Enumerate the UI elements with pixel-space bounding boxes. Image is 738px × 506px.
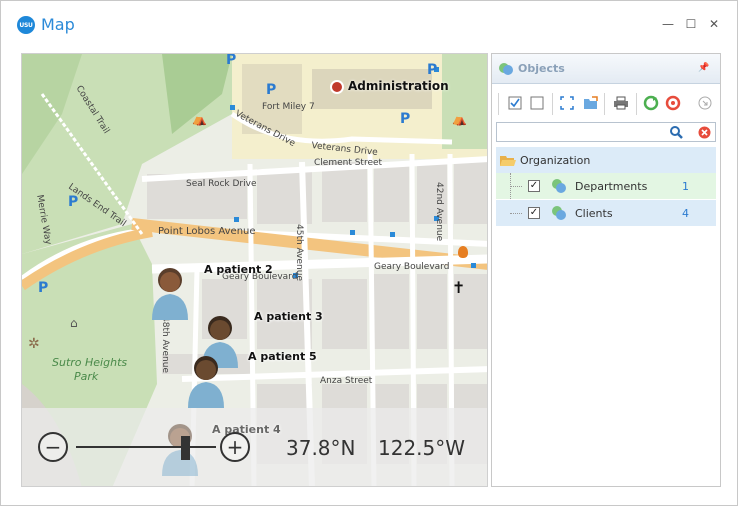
objects-toolbar xyxy=(492,87,720,121)
maximize-button[interactable]: ☐ xyxy=(684,17,698,31)
zoom-overlay: A patient 4 − + 37.8°N 122.5°W xyxy=(22,408,487,486)
objects-panel: Objects 📌 Organization ✓ Departments 1 ✓… xyxy=(491,53,721,487)
zoom-out-button[interactable]: − xyxy=(38,432,68,462)
patient-2-icon[interactable] xyxy=(148,262,192,320)
toolbar-divider xyxy=(498,93,499,115)
latitude-readout: 37.8°N xyxy=(286,436,356,460)
street-label: 48th Avenue xyxy=(160,316,170,373)
objects-icon xyxy=(499,63,513,75)
parking-icon: P xyxy=(226,53,237,68)
departments-checkbox[interactable]: ✓ xyxy=(528,180,540,192)
picnic-icon: ⛺ xyxy=(452,112,467,126)
zoom-slider-thumb[interactable] xyxy=(181,436,191,460)
tree-item-clients[interactable]: ✓ Clients 4 xyxy=(496,200,716,226)
administration-label: Administration xyxy=(348,79,449,93)
street-label: Point Lobos Avenue xyxy=(158,226,256,237)
uncheck-all-icon[interactable] xyxy=(528,94,546,112)
clients-checkbox[interactable]: ✓ xyxy=(528,207,540,219)
street-label: Seal Rock Drive xyxy=(186,179,257,189)
street-label: 42nd Avenue xyxy=(434,182,444,242)
toolbar-divider xyxy=(604,93,605,115)
check-all-icon[interactable] xyxy=(506,94,524,112)
zoom-in-button[interactable]: + xyxy=(220,432,250,462)
parking-icon: P xyxy=(266,82,277,98)
tree-item-count: 4 xyxy=(682,207,689,220)
street-label: 45th Avenue xyxy=(294,224,304,281)
patient-5-icon[interactable] xyxy=(184,350,228,408)
objects-panel-header: Objects 📌 xyxy=(492,54,720,84)
park-label: Park xyxy=(74,370,99,383)
street-label: Geary Boulevard xyxy=(374,262,450,272)
client-icon xyxy=(552,206,566,220)
parking-icon: P xyxy=(427,62,438,78)
refresh-icon[interactable] xyxy=(642,94,660,112)
map-window: USU Map — ☐ ✕ P P P P P P Coastal Trail … xyxy=(0,0,738,506)
patient-2-label: A patient 2 xyxy=(204,263,273,276)
parking-icon: P xyxy=(400,111,411,127)
patient-5-label: A patient 5 xyxy=(248,350,317,363)
objects-search-input[interactable] xyxy=(497,123,657,141)
longitude-readout: 122.5°W xyxy=(378,436,466,460)
street-label: Clement Street xyxy=(314,158,383,168)
app-logo-icon: USU xyxy=(17,16,35,34)
folder-open-icon xyxy=(500,156,516,166)
objects-search-field[interactable] xyxy=(496,122,716,142)
close-button[interactable]: ✕ xyxy=(707,17,721,31)
objects-panel-title: Objects xyxy=(518,62,565,75)
picnic-icon: ⛺ xyxy=(192,112,207,126)
zoom-slider-track[interactable] xyxy=(76,446,216,448)
tree-line xyxy=(510,186,522,187)
minimize-button[interactable]: — xyxy=(661,17,675,31)
department-icon xyxy=(552,179,566,193)
street-label: Anza Street xyxy=(320,376,373,386)
viewpoint-icon: ⌂ xyxy=(70,316,78,330)
street-label: Fort Miley 7 xyxy=(262,102,315,112)
fit-to-map-icon[interactable] xyxy=(558,94,576,112)
tree-item-label: Departments xyxy=(575,180,648,193)
tree-item-departments[interactable]: ✓ Departments 1 xyxy=(496,173,716,225)
patient-3-label: A patient 3 xyxy=(254,310,323,323)
clear-search-icon[interactable] xyxy=(698,126,711,139)
pin-icon[interactable]: 📌 xyxy=(698,63,709,73)
church-icon: ✝ xyxy=(452,278,466,297)
administration-marker-icon[interactable] xyxy=(330,80,344,94)
toolbar-divider xyxy=(636,93,637,115)
tree-item-organization[interactable]: Organization xyxy=(496,147,716,173)
tree-item-label: Clients xyxy=(575,207,613,220)
navigate-icon[interactable] xyxy=(696,94,714,112)
tree-item-count: 1 xyxy=(682,180,689,193)
fire-station-icon xyxy=(458,246,468,258)
park-feature-icon: ✲ xyxy=(28,336,40,352)
tree-item-label: Organization xyxy=(520,154,591,167)
title-bar: USU Map — ☐ ✕ xyxy=(1,1,737,47)
parking-icon: P xyxy=(38,280,49,296)
patient-4-label: A patient 4 xyxy=(212,423,281,436)
open-folder-icon[interactable] xyxy=(582,94,600,112)
print-icon[interactable] xyxy=(612,94,630,112)
stop-icon[interactable] xyxy=(664,94,682,112)
search-icon[interactable] xyxy=(670,126,683,139)
map-view[interactable]: P P P P P P Coastal Trail Lands End Trai… xyxy=(21,53,488,487)
toolbar-divider xyxy=(552,93,553,115)
window-title: Map xyxy=(41,15,75,34)
park-label: Sutro Heights xyxy=(52,356,128,369)
tree-line xyxy=(510,213,522,214)
